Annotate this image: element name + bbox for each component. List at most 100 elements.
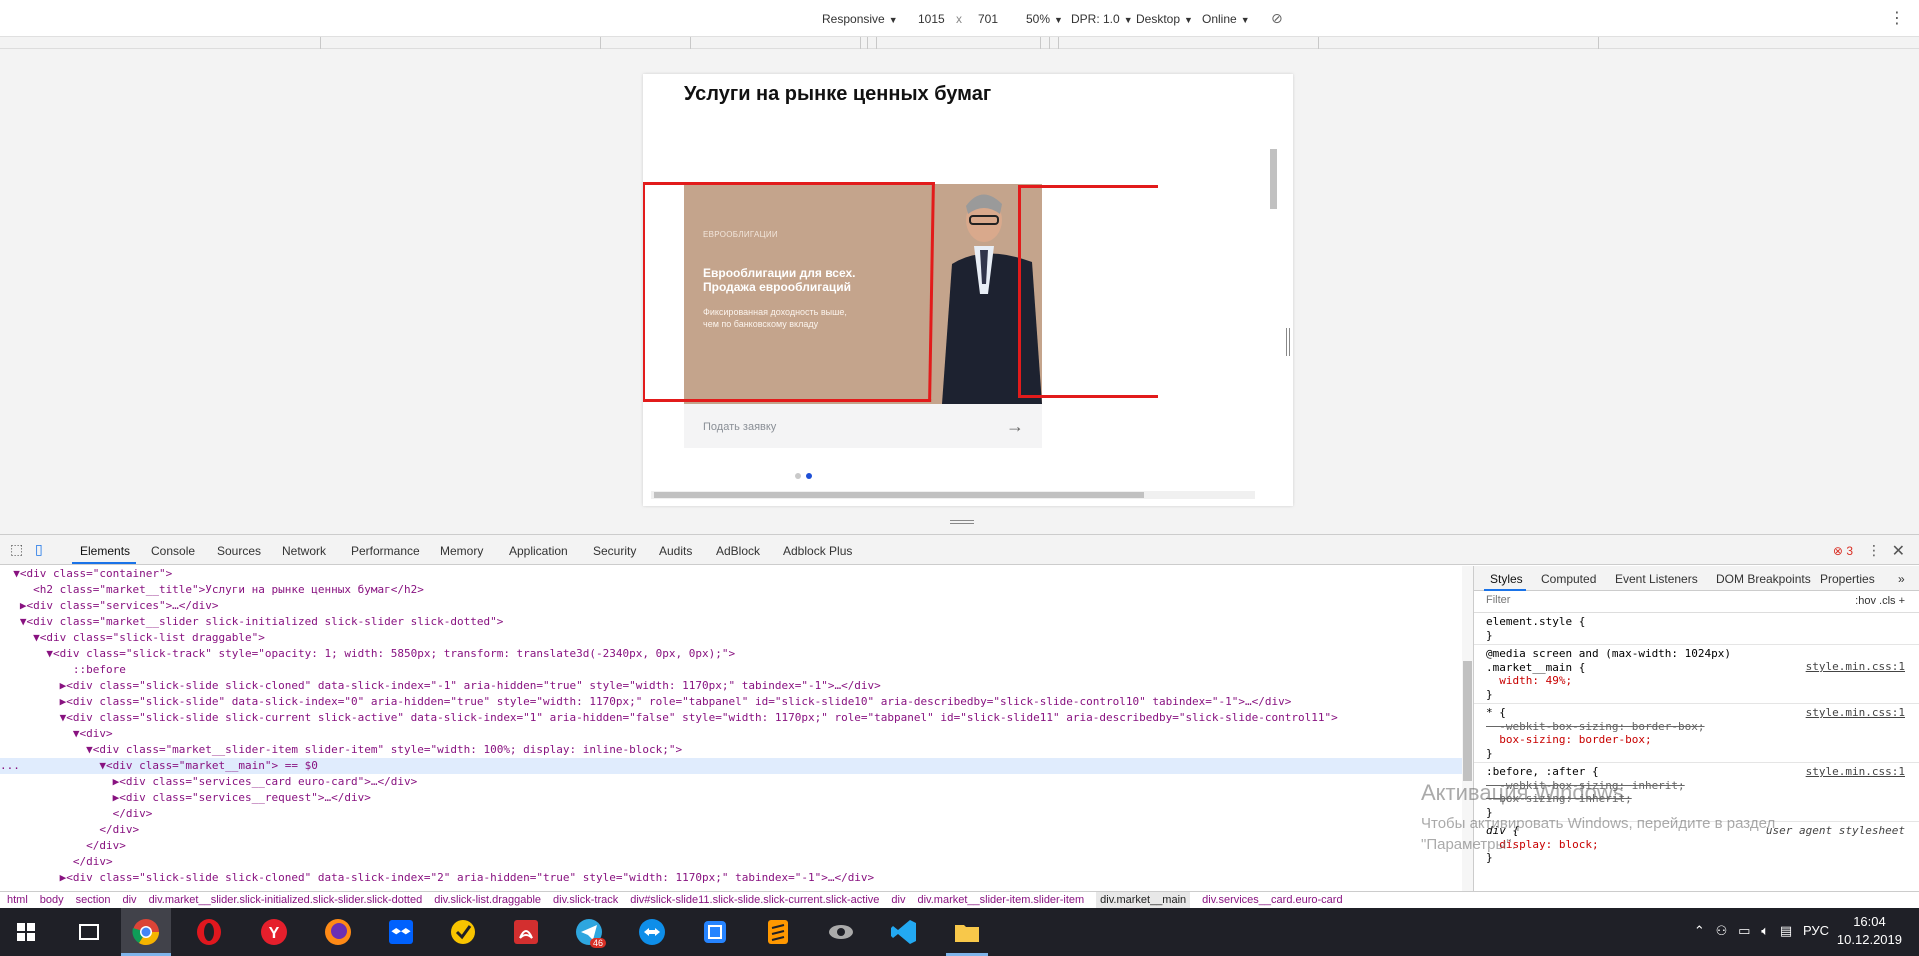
tab-console[interactable]: Console <box>151 544 195 558</box>
tab-memory[interactable]: Memory <box>440 544 483 558</box>
media-query-ruler[interactable] <box>0 37 1919 49</box>
breadcrumb-item[interactable]: section <box>76 892 111 909</box>
inspect-element-icon[interactable]: ⬚ <box>10 541 23 558</box>
tab-elements[interactable]: Elements <box>80 544 130 558</box>
tab-adblock-plus[interactable]: Adblock Plus <box>783 544 852 558</box>
chrome-icon[interactable] <box>130 916 162 948</box>
dom-node-line[interactable]: ▶<div class="slick-slide slick-cloned" d… <box>0 678 1463 694</box>
zoom-select[interactable]: 50% ▼ <box>1026 12 1063 26</box>
dom-node-line[interactable]: ▼<div class="market__slider-item slider-… <box>0 742 1463 758</box>
rule-property[interactable]: width: 49%; <box>1486 674 1572 687</box>
breadcrumb-item[interactable]: html <box>7 892 28 909</box>
rule-property-overridden[interactable]: -webkit-box-sizing: border-box; <box>1486 720 1704 733</box>
tab-application[interactable]: Application <box>509 544 568 558</box>
dom-node-line[interactable]: ▼<div class="container"> <box>0 566 1463 582</box>
dropbox-icon[interactable] <box>385 916 417 948</box>
breadcrumb-item[interactable]: div.slick-list.draggable <box>434 892 541 909</box>
breadcrumb-item[interactable]: div <box>123 892 137 909</box>
error-counter[interactable]: ⊗ 3 <box>1833 544 1853 558</box>
breadcrumb-item[interactable]: div.market__slider-item.slider-item <box>917 892 1084 909</box>
dom-node-line[interactable]: ▼<div class="slick-list draggable"> <box>0 630 1463 646</box>
slider-dot-2[interactable] <box>806 473 812 479</box>
device-toggle-icon[interactable]: ▯ <box>35 541 43 558</box>
tab-adblock[interactable]: AdBlock <box>716 544 760 558</box>
breadcrumb-item[interactable]: div.services__card.euro-card <box>1202 892 1342 909</box>
windows-start-icon[interactable] <box>10 916 42 948</box>
dom-node-line[interactable]: <h2 class="market__title">Услуги на рынк… <box>0 582 1463 598</box>
devtools-menu-icon[interactable]: ⋮ <box>1867 542 1881 559</box>
dom-node-line[interactable]: ▶<div class="services__card euro-card">…… <box>0 774 1463 790</box>
tab-event-listeners[interactable]: Event Listeners <box>1615 572 1698 586</box>
sourcetree-icon[interactable] <box>699 916 731 948</box>
dom-node-line[interactable]: </div> <box>0 838 1463 854</box>
dom-node-line[interactable]: ▶<div class="services__request">…</div> <box>0 790 1463 806</box>
device-select[interactable]: Responsive ▼ <box>822 12 898 26</box>
game-app-icon[interactable] <box>825 916 857 948</box>
clock[interactable]: 16:04 10.12.2019 <box>1837 913 1902 949</box>
rule-source-link[interactable]: style.min.css:1 <box>1806 765 1905 779</box>
more-tabs-icon[interactable]: » <box>1898 572 1905 586</box>
rule-market-main[interactable]: style.min.css:1 @media screen and (max-wi… <box>1474 645 1919 704</box>
slider-dot-1[interactable] <box>795 473 801 479</box>
language-indicator[interactable]: РУС <box>1803 923 1829 938</box>
network-select[interactable]: Online ▼ <box>1202 12 1250 26</box>
tab-network[interactable]: Network <box>282 544 326 558</box>
resize-handle-bottom[interactable] <box>950 520 974 528</box>
tab-computed[interactable]: Computed <box>1541 572 1596 586</box>
vscode-icon[interactable] <box>888 916 920 948</box>
norton-icon[interactable] <box>447 916 479 948</box>
tab-audits[interactable]: Audits <box>659 544 692 558</box>
filter-tools[interactable]: :hov .cls + <box>1855 595 1905 607</box>
sublime-text-icon[interactable] <box>762 916 794 948</box>
breadcrumb-item[interactable]: body <box>40 892 64 909</box>
file-explorer-icon[interactable] <box>951 916 983 948</box>
dom-node-line[interactable]: ▶<div class="slick-slide" data-slick-ind… <box>0 694 1463 710</box>
dom-node-line[interactable]: ▼<div class="market__slider slick-initia… <box>0 614 1463 630</box>
vertical-scroll-thumb[interactable] <box>1270 149 1277 209</box>
dom-node-line[interactable]: ... ▼<div class="market__main"> == $0 <box>0 758 1463 774</box>
breadcrumb-item[interactable]: div.slick-track <box>553 892 618 909</box>
dom-node-line[interactable]: ▼<div> <box>0 726 1463 742</box>
horizontal-scroll-thumb[interactable] <box>654 492 1144 498</box>
dom-node-line[interactable]: </div> <box>0 822 1463 838</box>
opera-icon[interactable] <box>193 916 225 948</box>
horizontal-scrollbar[interactable] <box>651 491 1255 499</box>
resize-handle-right[interactable] <box>1284 328 1292 356</box>
close-icon[interactable]: ✕ <box>1892 541 1905 561</box>
teamviewer-icon[interactable] <box>636 916 668 948</box>
tab-styles[interactable]: Styles <box>1490 572 1523 586</box>
height-input[interactable]: 701 <box>978 12 998 26</box>
dom-node-line[interactable]: ▼<div class="slick-track" style="opacity… <box>0 646 1463 662</box>
rule-source-link[interactable]: style.min.css:1 <box>1806 660 1905 674</box>
styles-filter-input[interactable] <box>1486 594 1786 606</box>
tab-properties[interactable]: Properties <box>1820 572 1875 586</box>
rule-source-link[interactable]: style.min.css:1 <box>1806 706 1905 720</box>
tab-dom-breakpoints[interactable]: DOM Breakpoints <box>1716 572 1811 586</box>
acrobat-icon[interactable] <box>510 916 542 948</box>
rotate-icon[interactable]: ⊘ <box>1271 10 1283 27</box>
breadcrumb-item[interactable]: div#slick-slide11.slick-slide.slick-curr… <box>630 892 879 909</box>
task-view-icon[interactable] <box>73 916 105 948</box>
more-options-icon[interactable]: ⋮ <box>1889 8 1905 28</box>
elements-tree[interactable]: ▼<div class="container"> <h2 class="mark… <box>0 566 1463 891</box>
dpr-select[interactable]: DPR: 1.0 ▼ <box>1071 12 1133 26</box>
rule-element-style[interactable]: element.style { } <box>1474 613 1919 645</box>
breadcrumb-item[interactable]: div.market__main <box>1096 892 1191 909</box>
mode-select[interactable]: Desktop ▼ <box>1136 12 1193 26</box>
request-button[interactable]: Подать заявку → <box>684 404 1042 448</box>
breadcrumb-item[interactable]: div <box>891 892 905 909</box>
dom-node-line[interactable]: </div> <box>0 854 1463 870</box>
vertical-scrollbar[interactable] <box>1268 77 1278 487</box>
breadcrumb-item[interactable]: div.market__slider.slick-initialized.sli… <box>149 892 423 909</box>
tab-performance[interactable]: Performance <box>351 544 420 558</box>
dom-node-line[interactable]: </div> <box>0 806 1463 822</box>
rule-property[interactable]: box-sizing: border-box; <box>1486 733 1651 746</box>
dom-node-line[interactable]: ::before <box>0 662 1463 678</box>
elements-scroll-thumb[interactable] <box>1463 661 1472 781</box>
yandex-browser-icon[interactable]: Y <box>258 916 290 948</box>
dom-node-line[interactable]: ▶<div class="services">…</div> <box>0 598 1463 614</box>
rule-universal[interactable]: style.min.css:1 * { -webkit-box-sizing: b… <box>1474 704 1919 763</box>
width-input[interactable]: 1015 <box>918 12 945 26</box>
tab-security[interactable]: Security <box>593 544 636 558</box>
dom-node-line[interactable]: ▼<div class="slick-slide slick-current s… <box>0 710 1463 726</box>
